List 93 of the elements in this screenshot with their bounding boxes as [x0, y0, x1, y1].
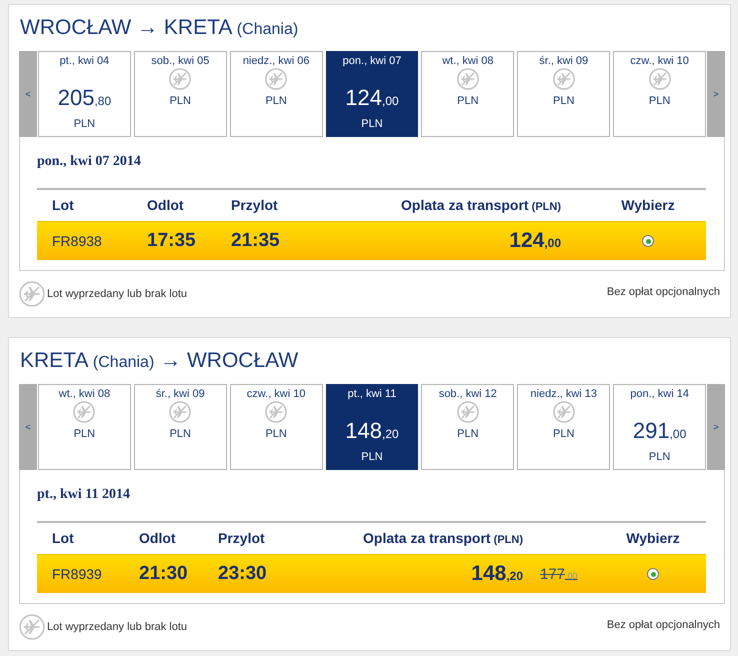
currency-label: PLN [265, 94, 287, 108]
arrival-time: 23:30 [218, 563, 268, 585]
day-label: pon., kwi 07 [342, 55, 402, 68]
day-label: pt., kwi 11 [348, 388, 396, 401]
fare-price: 124,00 [509, 229, 561, 253]
column-header: Wybierz [626, 530, 680, 546]
date-card[interactable]: śr., kwi 09 PLN [517, 51, 610, 137]
next-dates-button[interactable]: > [707, 384, 725, 470]
day-label: sob., kwi 12 [438, 388, 497, 401]
date-card[interactable]: pon., kwi 07 124,00 PLN [326, 51, 418, 137]
crossed-plane-icon [19, 614, 45, 640]
route-title: WROCŁAW → KRETA (Chania) [19, 15, 300, 41]
date-card[interactable]: czw., kwi 10 PLN [230, 384, 323, 470]
day-label: czw., kwi 10 [246, 388, 306, 401]
currency-label: PLN [553, 94, 574, 108]
crossed-plane-icon [169, 68, 192, 90]
column-header: Wybierz [621, 197, 675, 213]
crossed-plane-icon [265, 401, 288, 423]
selected-date-heading: pon., kwi 07 2014 [37, 153, 142, 171]
currency-label: PLN [265, 427, 287, 441]
crossed-plane-icon [552, 68, 575, 90]
currency-label: PLN [361, 450, 383, 464]
currency-label: PLN [648, 94, 670, 108]
flight-number: FR8938 [52, 233, 103, 249]
column-header: Odlot [139, 530, 177, 546]
flight-number: FR8939 [52, 566, 103, 582]
crossed-plane-icon [19, 281, 45, 307]
crossed-plane-icon [648, 68, 671, 90]
column-header: Przylot [231, 197, 279, 213]
departure-time: 21:30 [139, 563, 189, 585]
day-label: pt., kwi 04 [60, 55, 110, 68]
select-radio[interactable] [642, 235, 654, 247]
column-header: Przylot [218, 530, 266, 546]
date-card[interactable]: niedz., kwi 13 PLN [517, 384, 610, 470]
fare-price: 148,20 [345, 418, 399, 445]
day-label: sob., kwi 05 [151, 55, 210, 68]
date-card[interactable]: niedz., kwi 06 PLN [230, 51, 323, 137]
fare-price: 291,00 [632, 418, 686, 445]
day-label: czw., kwi 10 [630, 55, 689, 68]
date-card[interactable]: śr., kwi 09 PLN [134, 384, 227, 470]
flight-row[interactable]: FR8939 21:30 23:30 148,20 177,00 [37, 554, 706, 593]
arrival-time: 21:35 [231, 230, 281, 252]
currency-label: PLN [170, 427, 191, 441]
day-label: wt., kwi 08 [58, 388, 110, 401]
date-card[interactable]: pt., kwi 04 205,80 PLN [38, 51, 131, 137]
date-card[interactable]: sob., kwi 12 PLN [421, 384, 514, 470]
day-label: niedz., kwi 13 [530, 388, 598, 401]
fare-price: 205,80 [58, 85, 112, 112]
fees-note: Bez opłat opcjonalnych [606, 619, 720, 631]
departure-time: 17:35 [147, 230, 197, 252]
column-header: Lot [52, 530, 75, 546]
fare-price: 124,00 [345, 85, 399, 112]
currency-label: PLN [457, 94, 479, 108]
date-card[interactable]: sob., kwi 05 PLN [134, 51, 227, 137]
column-header: Oplata za transport (PLN) [401, 197, 561, 213]
date-card[interactable]: pon., kwi 14 291,00 PLN [613, 384, 706, 470]
route-title: KRETA (Chania) → WROCŁAW [19, 348, 300, 374]
date-card[interactable]: wt., kwi 08 PLN [421, 51, 514, 137]
day-label: śr., kwi 09 [156, 388, 205, 401]
currency-label: PLN [361, 117, 383, 131]
currency-label: PLN [74, 117, 96, 131]
currency-label: PLN [457, 427, 479, 441]
currency-label: PLN [553, 427, 574, 441]
currency-label: PLN [648, 450, 670, 464]
crossed-plane-icon [456, 68, 479, 90]
flight-row[interactable]: FR8938 17:35 21:35 124,00 [37, 221, 706, 260]
day-label: wt., kwi 08 [442, 55, 494, 68]
date-card[interactable]: czw., kwi 10 PLN [613, 51, 706, 137]
crossed-plane-icon [73, 401, 96, 423]
legend-text: Lot wyprzedany lub brak lotu [47, 288, 188, 300]
currency-label: PLN [74, 427, 96, 441]
crossed-plane-icon [265, 68, 288, 90]
selected-date-heading: pt., kwi 11 2014 [37, 486, 131, 504]
fare-price: 148,20 [471, 562, 523, 586]
date-card[interactable]: pt., kwi 11 148,20 PLN [326, 384, 418, 470]
crossed-plane-icon [456, 401, 479, 423]
previous-dates-button[interactable]: < [19, 384, 37, 470]
column-header: Odlot [147, 197, 185, 213]
column-header: Lot [52, 197, 75, 213]
day-label: pon., kwi 14 [630, 388, 689, 401]
next-dates-button[interactable]: > [707, 51, 725, 137]
crossed-plane-icon [169, 401, 192, 423]
select-radio[interactable] [647, 568, 659, 580]
crossed-plane-icon [552, 401, 575, 423]
fees-note: Bez opłat opcjonalnych [606, 286, 720, 298]
old-fare-price: 177,00 [540, 566, 578, 582]
column-header: Oplata za transport (PLN) [363, 530, 523, 546]
date-card[interactable]: wt., kwi 08 PLN [38, 384, 131, 470]
day-label: śr., kwi 09 [539, 55, 588, 68]
legend-text: Lot wyprzedany lub brak lotu [47, 621, 188, 633]
day-label: niedz., kwi 06 [242, 55, 310, 68]
currency-label: PLN [170, 94, 191, 108]
previous-dates-button[interactable]: < [19, 51, 37, 137]
